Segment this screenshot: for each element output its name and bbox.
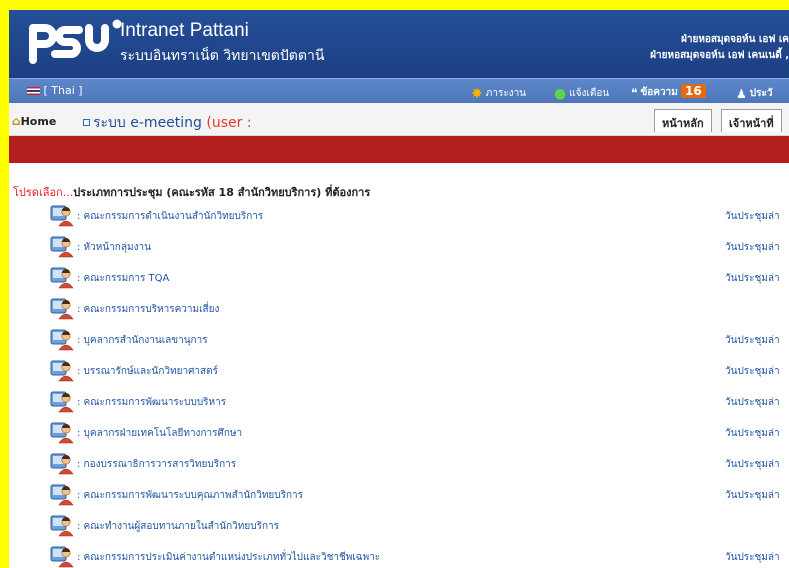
square-bullet-icon xyxy=(83,119,90,126)
last-meeting-date-link[interactable]: วันประชุมล่า xyxy=(725,550,780,565)
browser-viewport: Intranet Pattani ระบบอินทราเน็ต วิทยาเขต… xyxy=(9,10,789,568)
chat-bubble-icon: ❝ xyxy=(631,86,638,100)
meeting-type-item[interactable]: : บรรณารักษ์และนักวิทยาศาสตร์ วันประชุมล่… xyxy=(50,358,789,384)
meeting-type-item[interactable]: : คณะกรรมการบริหารความเสี่ยง xyxy=(50,296,789,322)
meeting-type-label[interactable]: : คณะกรรมการ TQA xyxy=(77,271,169,286)
user-name: ฝ่ายหอสมุดจอห์น เอฟ เคนเนดี้ , xyxy=(650,50,789,61)
sun-icon: ✸ xyxy=(471,86,483,102)
nav-notifications[interactable]: ● แจ้งเตือน xyxy=(554,86,609,101)
nav-messages[interactable]: ❝ ข้อความ 16 xyxy=(631,84,706,100)
last-meeting-date-link[interactable]: วันประชุมล่า xyxy=(725,333,780,348)
section-heading: โปรดเลือก...ประเภทการประชุม (คณะรหัส 18 … xyxy=(13,183,370,201)
breadcrumb: ระบบ e-meeting (user : xyxy=(83,112,252,134)
meeting-type-label[interactable]: : บุคลากรฝ่ายเทคโนโลยีทางการศึกษา xyxy=(77,426,242,441)
nav-profile[interactable]: ♟ ประวั xyxy=(736,86,772,101)
messages-count-badge: 16 xyxy=(681,84,706,98)
nav-workload-label: ภาระงาน xyxy=(485,88,527,99)
home-label: Home xyxy=(20,115,57,128)
meeting-type-label[interactable]: : คณะทำงานผู้สอบทานภายในสำนักวิทยบริการ xyxy=(77,519,279,534)
meeting-type-item[interactable]: : คณะกรรมการ TQA วันประชุมล่า xyxy=(50,265,789,291)
language-label: [ Thai ] xyxy=(43,84,83,97)
meeting-type-label[interactable]: : คณะกรรมการดำเนินงานสำนักวิทยบริการ xyxy=(77,209,263,224)
meeting-type-item[interactable]: : คณะกรรมการดำเนินงานสำนักวิทยบริการ วันป… xyxy=(50,203,789,229)
nav-workload[interactable]: ✸ ภาระงาน xyxy=(471,86,526,101)
meeting-type-item[interactable]: : คณะกรรมการพัฒนาระบบคุณภาพสำนักวิทยบริก… xyxy=(50,482,789,508)
meeting-type-label[interactable]: : คณะกรรมการพัฒนาระบบบริหาร xyxy=(77,395,226,410)
home-icon: ⌂ xyxy=(12,114,21,128)
meeting-type-item[interactable]: : กองบรรณาธิการวารสารวิทยบริการ วันประชุม… xyxy=(50,451,789,477)
meeting-type-label[interactable]: : กองบรรณาธิการวารสารวิทยบริการ xyxy=(77,457,236,472)
thai-flag-icon xyxy=(27,87,40,95)
meeting-type-item[interactable]: : คณะทำงานผู้สอบทานภายในสำนักวิทยบริการ xyxy=(50,513,789,539)
meeting-type-item[interactable]: : คณะกรรมการประเมินค่างานตำแหน่งประเภททั… xyxy=(50,544,789,568)
nav-profile-label: ประวั xyxy=(749,88,773,99)
meeting-type-label[interactable]: : หัวหน้ากลุ่มงาน xyxy=(77,240,151,255)
last-meeting-date-link[interactable]: วันประชุมล่า xyxy=(725,395,780,410)
meeting-type-item[interactable]: : บุคลากรสำนักงานเลขานุการ วันประชุมล่า xyxy=(50,327,789,353)
last-meeting-date-link[interactable]: วันประชุมล่า xyxy=(725,457,780,472)
meeting-type-item[interactable]: : บุคลากรฝ่ายเทคโนโลยีทางการศึกษา วันประช… xyxy=(50,420,789,446)
red-divider-bar xyxy=(9,136,789,163)
user-department: ฝ่ายหอสมุดจอห์น เอฟ เค xyxy=(681,34,789,45)
breadcrumb-bar: ⌂Home ระบบ e-meeting (user : หน้าหลัก เจ… xyxy=(9,103,789,136)
meeting-type-label[interactable]: : บรรณารักษ์และนักวิทยาศาสตร์ xyxy=(77,364,218,379)
heading-text: ประเภทการประชุม (คณะรหัส 18 สำนักวิทยบริ… xyxy=(73,186,371,199)
last-meeting-date-link[interactable]: วันประชุมล่า xyxy=(725,364,780,379)
last-meeting-date-link[interactable]: วันประชุมล่า xyxy=(725,488,780,503)
meeting-type-label[interactable]: : บุคลากรสำนักงานเลขานุการ xyxy=(77,333,208,348)
top-navbar: [ Thai ] ✸ ภาระงาน ● แจ้งเตือน ❝ ข้อความ 16… xyxy=(9,78,789,103)
site-title: Intranet Pattani xyxy=(120,20,249,41)
meeting-type-item[interactable]: : หัวหน้ากลุ่มงาน วันประชุมล่า xyxy=(50,234,789,260)
heading-prompt: โปรดเลือก... xyxy=(13,186,74,199)
last-meeting-date-link[interactable]: วันประชุมล่า xyxy=(725,426,780,441)
breadcrumb-current: ระบบ e-meeting xyxy=(93,115,202,131)
meeting-type-item[interactable]: : คณะกรรมการพัฒนาระบบบริหาร วันประชุมล่า xyxy=(50,389,789,415)
meeting-type-label[interactable]: : คณะกรรมการพัฒนาระบบคุณภาพสำนักวิทยบริก… xyxy=(77,488,303,503)
globe-icon: ● xyxy=(554,86,567,102)
home-link[interactable]: ⌂Home xyxy=(12,114,56,128)
nav-messages-label: ข้อความ xyxy=(640,87,678,98)
breadcrumb-user: (user : xyxy=(206,115,252,131)
site-banner: Intranet Pattani ระบบอินทราเน็ต วิทยาเขต… xyxy=(9,10,789,78)
nav-notifications-label: แจ้งเตือน xyxy=(569,88,610,99)
language-selector[interactable]: [ Thai ] xyxy=(27,84,83,97)
last-meeting-date-link[interactable]: วันประชุมล่า xyxy=(725,209,780,224)
meeting-type-label[interactable]: : คณะกรรมการบริหารความเสี่ยง xyxy=(77,302,219,317)
site-subtitle: ระบบอินทราเน็ต วิทยาเขตปัตตานี xyxy=(120,48,325,64)
users-icon: ♟ xyxy=(736,87,747,101)
psu-logo xyxy=(29,19,122,64)
meeting-type-label[interactable]: : คณะกรรมการประเมินค่างานตำแหน่งประเภททั… xyxy=(77,550,380,565)
tab-staff[interactable]: เจ้าหน้าที่ xyxy=(721,109,782,132)
last-meeting-date-link[interactable]: วันประชุมล่า xyxy=(725,240,780,255)
last-meeting-date-link[interactable]: วันประชุมล่า xyxy=(725,271,780,286)
tab-main[interactable]: หน้าหลัก xyxy=(654,109,712,132)
